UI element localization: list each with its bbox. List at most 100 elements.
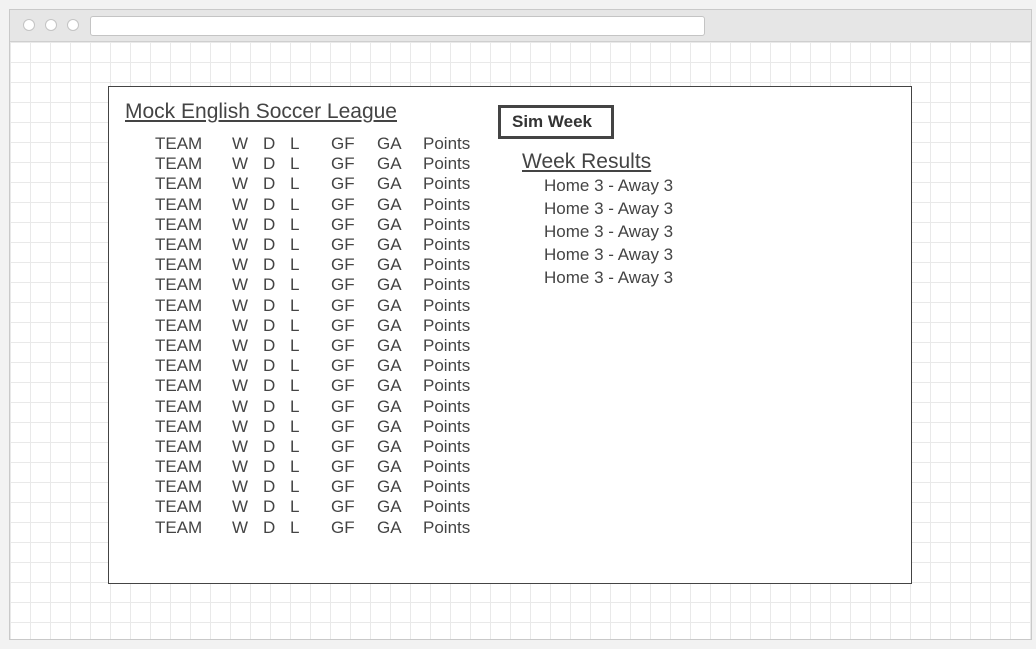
wins-cell: W — [232, 255, 249, 275]
losses-cell: L — [290, 335, 300, 355]
goals-for-cell: GF — [331, 315, 355, 335]
goals-for-cell: GF — [331, 457, 355, 477]
goals-against-cell: GA — [377, 154, 402, 174]
draws-cell: D — [263, 517, 276, 537]
goals-for-cell: GF — [331, 154, 355, 174]
wins-cell: W — [232, 134, 249, 154]
draws-cell: D — [263, 134, 276, 154]
losses-cell: L — [290, 497, 300, 517]
goals-against-cell: GA — [377, 497, 402, 517]
goals-against-cell: GA — [377, 356, 402, 376]
goals-for-cell: GF — [331, 214, 355, 234]
team-name-cell: TEAM — [155, 315, 203, 335]
points-cell: Points — [423, 235, 471, 255]
losses-cell: L — [290, 477, 300, 497]
standings-row: TEAM W D L GF GA Points — [155, 215, 483, 235]
team-name-cell: TEAM — [155, 194, 203, 214]
draws-cell: D — [263, 194, 276, 214]
losses-cell: L — [290, 275, 300, 295]
match-result-item: Home 3 - Away 3 — [544, 245, 674, 264]
standings-row: TEAM W D L GF GA Points — [155, 316, 483, 336]
team-name-cell: TEAM — [155, 356, 203, 376]
address-bar-input[interactable] — [90, 16, 705, 36]
standings-row: TEAM W D L GF GA Points — [155, 437, 483, 457]
losses-cell: L — [290, 376, 300, 396]
team-name-cell: TEAM — [155, 295, 203, 315]
draws-cell: D — [263, 235, 276, 255]
match-result-item: Home 3 - Away 3 — [544, 176, 674, 195]
points-cell: Points — [423, 517, 471, 537]
draws-cell: D — [263, 497, 276, 517]
goals-for-cell: GF — [331, 134, 355, 154]
points-cell: Points — [423, 255, 471, 275]
goals-for-cell: GF — [331, 174, 355, 194]
team-name-cell: TEAM — [155, 335, 203, 355]
team-name-cell: TEAM — [155, 457, 203, 477]
goals-against-cell: GA — [377, 134, 402, 154]
points-cell: Points — [423, 356, 471, 376]
draws-cell: D — [263, 436, 276, 456]
standings-row: TEAM W D L GF GA Points — [155, 497, 483, 517]
standings-row: TEAM W D L GF GA Points — [155, 396, 483, 416]
team-name-cell: TEAM — [155, 174, 203, 194]
team-name-cell: TEAM — [155, 376, 203, 396]
team-name-cell: TEAM — [155, 416, 203, 436]
losses-cell: L — [290, 396, 300, 416]
wins-cell: W — [232, 396, 249, 416]
standings-row: TEAM W D L GF GA Points — [155, 296, 483, 316]
standings-row: TEAM W D L GF GA Points — [155, 275, 483, 295]
losses-cell: L — [290, 436, 300, 456]
points-cell: Points — [423, 436, 471, 456]
wins-cell: W — [232, 174, 249, 194]
team-name-cell: TEAM — [155, 235, 203, 255]
draws-cell: D — [263, 214, 276, 234]
standings-row: TEAM W D L GF GA Points — [155, 134, 483, 154]
goals-for-cell: GF — [331, 436, 355, 456]
standings-row: TEAM W D L GF GA Points — [155, 174, 483, 194]
points-cell: Points — [423, 416, 471, 436]
points-cell: Points — [423, 174, 471, 194]
standings-row: TEAM W D L GF GA Points — [155, 255, 483, 275]
losses-cell: L — [290, 214, 300, 234]
window-minimize-dot-icon[interactable] — [45, 19, 57, 31]
standings-row: TEAM W D L GF GA Points — [155, 154, 483, 174]
draws-cell: D — [263, 255, 276, 275]
goals-for-cell: GF — [331, 517, 355, 537]
points-cell: Points — [423, 315, 471, 335]
goals-for-cell: GF — [331, 416, 355, 436]
team-name-cell: TEAM — [155, 214, 203, 234]
points-cell: Points — [423, 497, 471, 517]
wins-cell: W — [232, 517, 249, 537]
standings-row: TEAM W D L GF GA Points — [155, 457, 483, 477]
draws-cell: D — [263, 356, 276, 376]
points-cell: Points — [423, 295, 471, 315]
page-viewport: Mock English Soccer League TEAM W D L GF GA Po… — [10, 42, 1031, 639]
losses-cell: L — [290, 255, 300, 275]
draws-cell: D — [263, 396, 276, 416]
standings-row: TEAM W D L GF GA Points — [155, 336, 483, 356]
wins-cell: W — [232, 376, 249, 396]
sim-week-button[interactable]: Sim Week — [498, 105, 614, 139]
points-cell: Points — [423, 275, 471, 295]
browser-titlebar — [10, 10, 1031, 42]
losses-cell: L — [290, 235, 300, 255]
wins-cell: W — [232, 436, 249, 456]
points-cell: Points — [423, 376, 471, 396]
draws-cell: D — [263, 174, 276, 194]
window-close-dot-icon[interactable] — [23, 19, 35, 31]
draws-cell: D — [263, 376, 276, 396]
points-cell: Points — [423, 154, 471, 174]
goals-against-cell: GA — [377, 457, 402, 477]
wins-cell: W — [232, 416, 249, 436]
points-cell: Points — [423, 477, 471, 497]
window-maximize-dot-icon[interactable] — [67, 19, 79, 31]
losses-cell: L — [290, 154, 300, 174]
wins-cell: W — [232, 497, 249, 517]
standings-row: TEAM W D L GF GA Points — [155, 376, 483, 396]
goals-against-cell: GA — [377, 376, 402, 396]
wins-cell: W — [232, 356, 249, 376]
goals-for-cell: GF — [331, 194, 355, 214]
losses-cell: L — [290, 457, 300, 477]
losses-cell: L — [290, 295, 300, 315]
wins-cell: W — [232, 477, 249, 497]
